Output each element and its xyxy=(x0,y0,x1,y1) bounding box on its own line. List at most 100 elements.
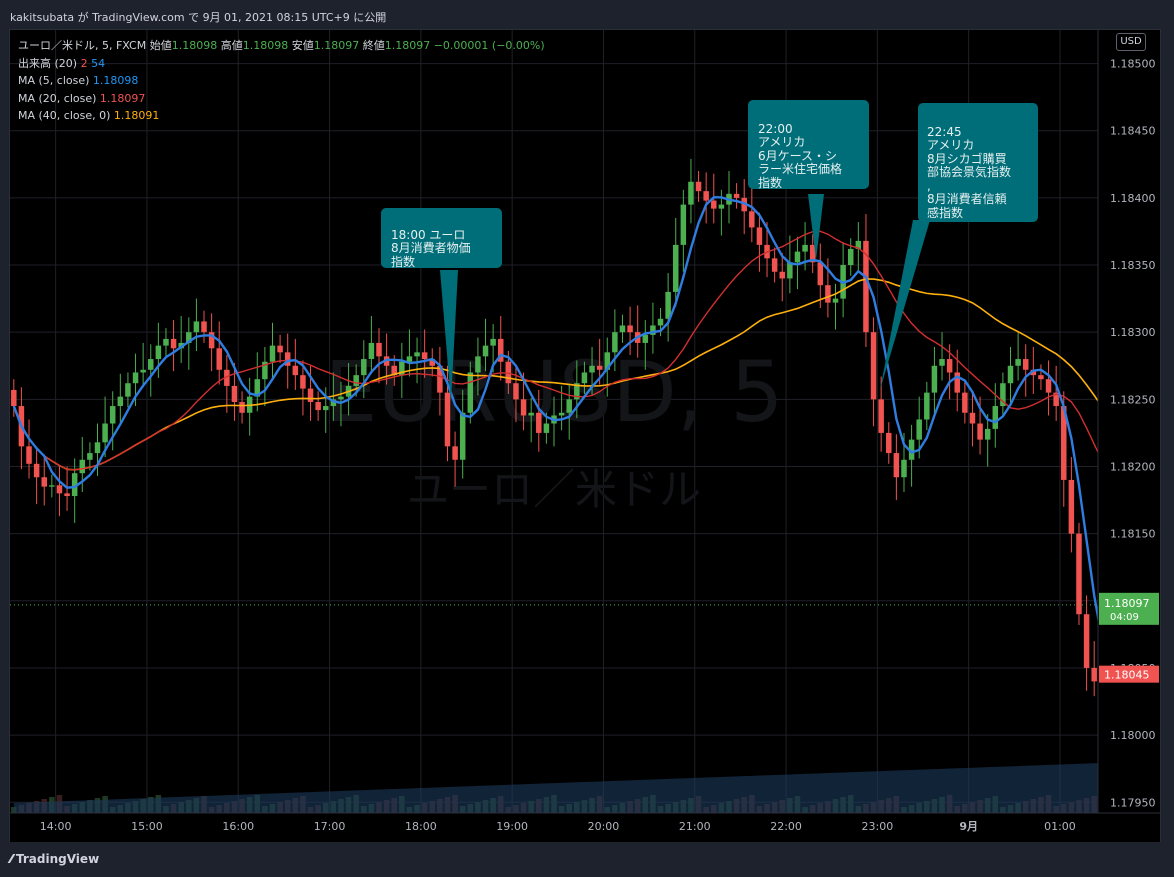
candle-body xyxy=(992,406,999,429)
candle-body xyxy=(1076,533,1082,615)
y-tick-label: 1.18150 xyxy=(1110,528,1156,541)
candle-body xyxy=(163,338,169,346)
y-tick-label: 1.18000 xyxy=(1110,729,1156,742)
candle-body xyxy=(528,412,534,416)
change-value: −0.00001 (−0.00%) xyxy=(433,39,545,52)
y-tick-label: 1.18200 xyxy=(1110,460,1156,473)
candle-body xyxy=(338,396,344,400)
candle-body xyxy=(231,385,238,403)
candle-body xyxy=(878,399,884,433)
price-tag-price: 1.18097 xyxy=(1104,597,1150,610)
candle-body xyxy=(901,459,907,478)
candle-body xyxy=(41,477,47,487)
candle-body xyxy=(307,388,314,403)
x-tick-label: 18:00 xyxy=(405,820,437,833)
event-callout-3-text: 22:45 アメリカ 8月シカゴ購買 部協会景気指数 , 8月消費者信頼 感指数 xyxy=(927,124,1012,220)
candle-body xyxy=(657,318,664,326)
candle-body xyxy=(619,325,626,333)
candle-body xyxy=(421,352,428,360)
candle-body xyxy=(170,338,177,349)
legend-ma5-row[interactable]: MA (5, close) 1.18098 xyxy=(18,72,545,90)
candle-body xyxy=(589,365,595,373)
candle-body xyxy=(749,211,755,228)
candle-body xyxy=(627,325,633,333)
x-tick-label: 21:00 xyxy=(679,820,711,833)
currency-button[interactable]: USD xyxy=(1116,33,1146,51)
candle-body xyxy=(984,428,991,440)
candle-body xyxy=(688,181,694,205)
watermark-name: ユーロ／米ドル xyxy=(407,465,701,514)
event-callout-3-pointer xyxy=(880,220,930,390)
legend-ma20-row[interactable]: MA (20, close) 1.18097 xyxy=(18,90,545,108)
y-tick-label: 1.18350 xyxy=(1110,259,1156,272)
x-tick-label: 23:00 xyxy=(862,820,894,833)
candle-body xyxy=(300,375,306,389)
open-value: 1.18098 xyxy=(171,39,218,52)
price-tag-countdown: 04:09 xyxy=(1110,612,1139,623)
candle-body xyxy=(513,383,519,400)
candle-body xyxy=(695,181,702,192)
candle-body xyxy=(870,332,877,400)
candle-body xyxy=(376,342,382,357)
candle-body xyxy=(924,392,930,420)
symbol-label[interactable]: ユーロ／米ドル, 5, FXCM xyxy=(18,39,146,52)
y-tick-label: 1.18400 xyxy=(1110,192,1156,205)
candle-body xyxy=(886,432,892,454)
ma5-value: 1.18098 xyxy=(92,74,139,87)
candle-body xyxy=(87,453,93,460)
candle-body xyxy=(1007,365,1014,384)
candle-body xyxy=(490,338,496,346)
price-axis xyxy=(1098,30,1160,842)
tradingview-logo[interactable]: ⁄⁄ TradingView xyxy=(10,852,99,866)
candle-body xyxy=(581,372,588,384)
x-tick-label: 17:00 xyxy=(314,820,346,833)
candle-body xyxy=(566,399,572,413)
candle-body xyxy=(94,442,101,454)
event-callout-3: 22:45 アメリカ 8月シカゴ購買 部協会景気指数 , 8月消費者信頼 感指数 xyxy=(918,103,1038,222)
candle-body xyxy=(132,372,139,384)
high-label: 高値 xyxy=(220,39,243,52)
candle-body xyxy=(543,423,550,433)
candle-body xyxy=(931,365,938,393)
candle-body xyxy=(117,396,124,407)
candle-body xyxy=(680,204,687,245)
ma20-value: 1.18097 xyxy=(99,91,146,105)
ma20-label: MA (20, close) xyxy=(18,91,97,105)
candle-body xyxy=(1038,375,1044,380)
candle-body xyxy=(1022,359,1029,370)
low-value: 1.18097 xyxy=(313,39,360,52)
candle-body xyxy=(26,446,32,464)
candle-body xyxy=(847,248,854,266)
y-tick-label: 1.18500 xyxy=(1110,58,1156,71)
event-callout-2-text: 22:00 アメリカ 6月ケース・シ ラー米住宅価格 指数 xyxy=(758,121,843,190)
close-value: 1.18097 xyxy=(384,39,431,52)
legend-ma40-row[interactable]: MA (40, close, 0) 1.18091 xyxy=(18,107,545,125)
candle-body xyxy=(315,402,321,411)
candle-body xyxy=(733,193,740,198)
candle-body xyxy=(406,356,413,362)
tradingview-logo-text: TradingView xyxy=(16,852,100,866)
volume-label: 出来高 (20) xyxy=(18,56,78,70)
legend-volume-row[interactable]: 出来高 (20) 2 54 xyxy=(18,55,545,73)
low-label: 安値 xyxy=(291,39,314,52)
candle-body xyxy=(1045,379,1052,393)
x-tick-label: 9月 xyxy=(959,820,978,833)
candle-body xyxy=(444,392,451,447)
candle-body xyxy=(475,356,481,373)
candle-body xyxy=(33,463,40,478)
candle-body xyxy=(140,369,146,373)
candle-body xyxy=(216,348,222,370)
top-bar: kakitsubata が TradingView.com で 9月 01, 2… xyxy=(0,0,1174,30)
candle-body xyxy=(939,359,945,366)
candle-body xyxy=(11,389,17,407)
candle-body xyxy=(269,345,276,362)
ma40-label: MA (40, close, 0) xyxy=(18,109,111,122)
event-callout-1: 18:00 ユーロ 8月消費者物価 指数 xyxy=(381,208,502,268)
x-tick-label: 22:00 xyxy=(770,820,802,833)
candle-body xyxy=(467,372,474,413)
publish-info: kakitsubata が TradingView.com で 9月 01, 2… xyxy=(10,11,387,24)
candle-body xyxy=(718,204,725,209)
candle-body xyxy=(277,345,283,353)
footer-bar: ⁄⁄ TradingView xyxy=(0,842,1174,877)
candle-body xyxy=(193,321,200,333)
